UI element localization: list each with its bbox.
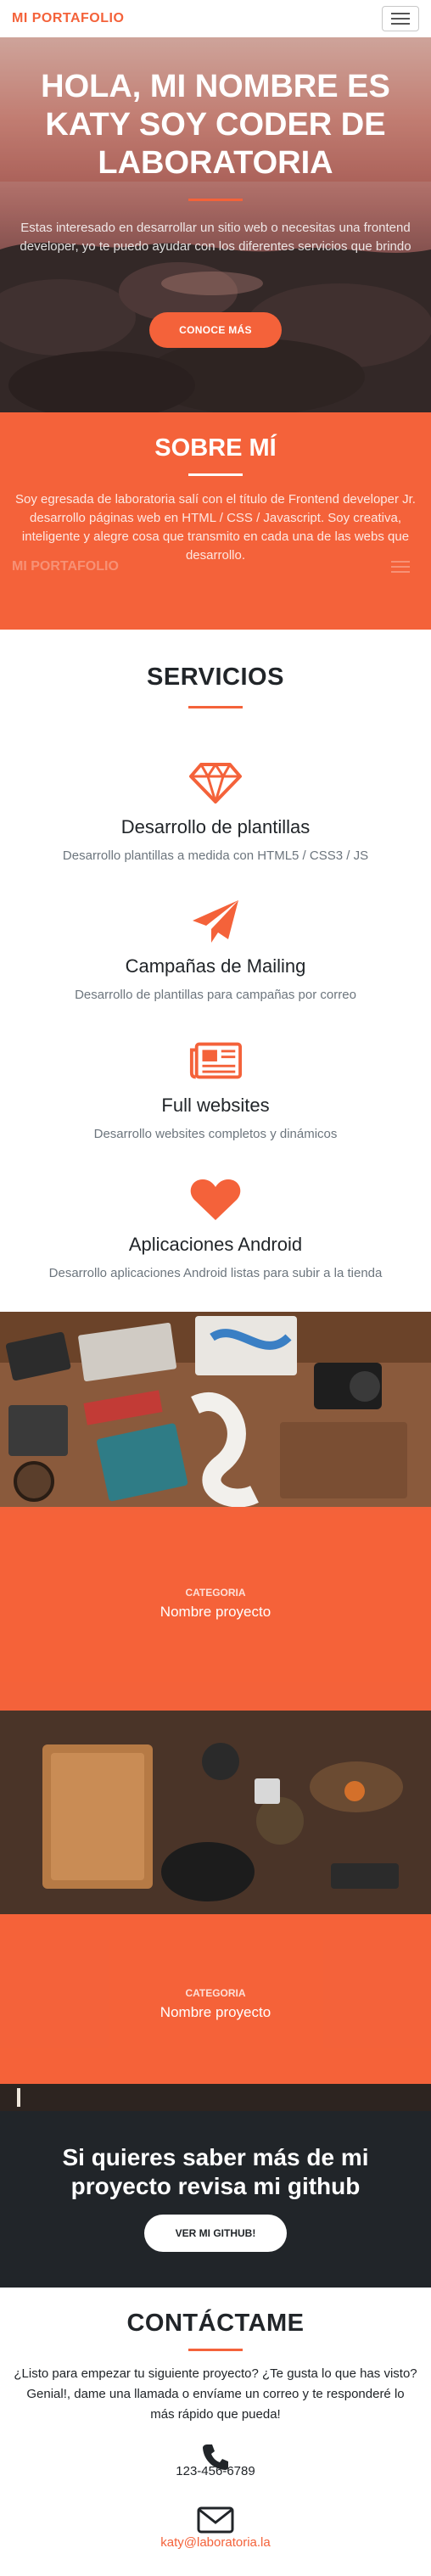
portfolio-item-1[interactable]: CATEGORIA Nombre proyecto (0, 1312, 431, 1711)
services-title: SERVICIOS (147, 664, 284, 691)
email-link[interactable]: katy@laboratoria.la (0, 2535, 431, 2550)
contact-divider (188, 2349, 243, 2351)
ghost-navbar-brand: MI PORTAFOLIO (12, 559, 119, 574)
heart-icon (188, 1176, 243, 1224)
service-title: Desarrollo de plantillas (120, 816, 311, 837)
hamburger-line (391, 571, 410, 573)
hamburger-icon (391, 13, 410, 14)
portfolio-name: Nombre proyecto (160, 1604, 271, 1620)
hero-divider (188, 199, 243, 201)
phone-number[interactable]: 123-456-6789 (0, 2464, 431, 2478)
service-text: Desarrollo websites completos y dinámico… (93, 1127, 338, 1141)
about-divider (188, 473, 243, 476)
paper-plane-icon (188, 898, 243, 945)
about-title: SOBRE MÍ (154, 434, 277, 462)
services-divider (188, 706, 243, 708)
newspaper-icon (188, 1037, 243, 1084)
conoce-mas-button[interactable]: CONOCE MÁS (149, 312, 282, 348)
github-cta-section: Si quieres saber más de mi proyecto revi… (0, 2111, 431, 2288)
portfolio-category: CATEGORIA (185, 1987, 246, 1999)
service-text: Desarrollo de plantillas para campañas p… (75, 988, 356, 1002)
contact-title: CONTÁCTAME (126, 2310, 305, 2337)
ver-github-button[interactable]: VER MI GITHUB! (144, 2215, 287, 2252)
service-text: Desarrollo aplicaciones Android listas p… (48, 1266, 383, 1280)
about-section: SOBRE MÍ Soy egresada de laboratoria sal… (0, 412, 431, 630)
navbar-toggler-button[interactable] (382, 6, 419, 31)
service-title: Full websites (161, 1095, 270, 1116)
hero-text: Estas interesado en desarrollar un sitio… (20, 221, 411, 254)
portfolio-name: Nombre proyecto (160, 2004, 271, 2020)
diamond-icon (188, 759, 243, 806)
navbar-brand[interactable]: MI PORTAFOLIO (12, 11, 124, 26)
portfolio-caption-1: CATEGORIA Nombre proyecto (0, 1514, 431, 1682)
navbar: MI PORTAFOLIO (0, 0, 431, 37)
contact-section: CONTÁCTAME ¿Listo para empezar tu siguie… (0, 2288, 431, 2576)
contact-text: ¿Listo para empezar tu siguiente proyect… (14, 2366, 417, 2422)
services-section: SERVICIOS Desarrollo de plantillas Desar… (0, 630, 431, 1312)
hamburger-line (391, 566, 410, 568)
service-title: Aplicaciones Android (128, 1234, 303, 1255)
ghost-navbar: MI PORTAFOLIO (0, 552, 431, 582)
portfolio-caption-2: CATEGORIA Nombre proyecto (0, 1914, 431, 2082)
service-text: Desarrollo plantillas a medida con HTML5… (62, 848, 369, 863)
portfolio-item-2[interactable]: CATEGORIA Nombre proyecto (0, 1711, 431, 2111)
ghost-hamburger-icon (382, 557, 419, 577)
hamburger-line (391, 561, 410, 563)
service-title: Campañas de Mailing (125, 955, 306, 977)
hamburger-icon-line (391, 23, 410, 25)
hamburger-icon-line (391, 18, 410, 20)
hero-title: HOLA, MI NOMBRE ES KATY SOY CODER DE LAB… (41, 69, 390, 181)
hero-section: HOLA, MI NOMBRE ES KATY SOY CODER DE LAB… (0, 37, 431, 412)
portfolio-category: CATEGORIA (185, 1587, 246, 1599)
envelope-icon (197, 2506, 234, 2534)
cta-title: Si quieres saber más de mi proyecto revi… (62, 2144, 369, 2199)
